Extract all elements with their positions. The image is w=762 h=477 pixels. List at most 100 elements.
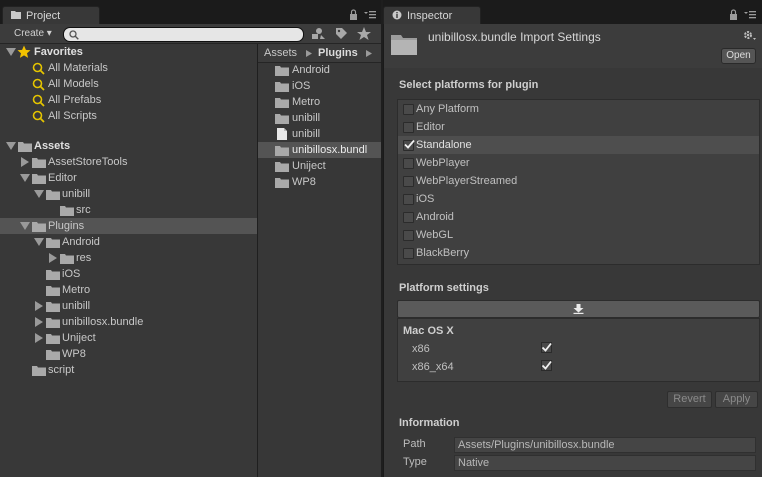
expand-arrow-icon[interactable] [6,142,16,150]
platform-row-selected[interactable]: Standalone [398,136,759,154]
expand-arrow-icon[interactable] [20,222,30,230]
folder-icon [46,237,60,248]
list-item[interactable]: Metro [258,94,381,110]
tree-item-script[interactable]: script [0,362,257,378]
folder-icon [32,365,46,376]
list-item-label: unibill [292,128,321,140]
inspector-lock-icon[interactable] [729,9,738,20]
platform-row[interactable]: WebPlayer [398,154,759,172]
inspector-panel: unibillosx.bundle Import Settings Open S… [383,24,762,477]
tab-project-label: Project [26,10,61,22]
favorites-header[interactable]: Favorites [0,44,257,60]
platform-checkbox[interactable] [403,176,414,187]
create-dropdown[interactable]: Create ▾ [2,26,54,41]
label-tag-icon[interactable] [332,25,350,42]
favorite-item-label: All Materials [48,62,108,74]
favorite-item[interactable]: All Models [0,76,257,92]
expand-arrow-icon[interactable] [34,190,44,198]
platform-label: WebPlayer [416,157,470,169]
favorite-item[interactable]: All Scripts [0,108,257,124]
apply-button[interactable]: Apply [715,391,758,408]
tab-inspector[interactable]: Inspector [383,6,481,25]
search-icon [69,30,79,40]
tree-item-uniject[interactable]: Uniject [0,330,257,346]
arch-x86-64-checkbox[interactable] [541,360,552,371]
tree-item-label: Assets [34,140,71,152]
checkmark-icon [541,342,552,353]
tree-item-wp8[interactable]: WP8 [0,346,257,362]
favorite-item[interactable]: All Materials [0,60,257,76]
platform-checkbox[interactable] [403,212,414,223]
tab-project[interactable]: Project [2,6,100,25]
breadcrumb-plugins[interactable]: Plugins [318,44,358,62]
folder-icon [275,113,289,124]
tree-item-editor-unibill[interactable]: unibill [0,186,257,202]
expand-arrow-icon[interactable] [35,317,43,327]
favorite-star-icon[interactable] [355,25,373,42]
tree-item-src[interactable]: src [0,202,257,218]
platform-checkbox[interactable] [403,158,414,169]
platform-row[interactable]: Any Platform [398,100,759,118]
favorite-item[interactable]: All Prefabs [0,92,257,108]
tree-item-label: unibill [62,300,91,312]
tree-item-android[interactable]: Android [0,234,257,250]
tree-item-ios[interactable]: iOS [0,266,257,282]
platform-row[interactable]: BlackBerry [398,244,759,262]
platform-checkbox[interactable] [403,104,414,115]
platform-label: Editor [416,121,445,133]
breadcrumb-assets[interactable]: Assets [264,44,297,62]
platform-tab-download[interactable] [397,300,760,318]
platform-checkbox[interactable] [403,194,414,205]
inspector-header: unibillosx.bundle Import Settings Open [384,24,762,68]
list-item[interactable]: Android [258,62,381,78]
lock-icon[interactable] [349,9,358,20]
list-item[interactable]: unibill [258,126,381,142]
tree-item-plugins[interactable]: Plugins [0,218,257,234]
list-item-selected[interactable]: unibillosx.bundl [258,142,381,158]
open-button[interactable]: Open [721,48,756,64]
tree-item-assetstoretools[interactable]: AssetStoreTools [0,154,257,170]
platform-row[interactable]: Android [398,208,759,226]
tree-item-unibillosx[interactable]: unibillosx.bundle [0,314,257,330]
list-item[interactable]: Uniject [258,158,381,174]
tree-item-label: Plugins [48,220,85,232]
folder-icon [46,269,60,280]
download-icon [573,304,584,314]
platform-row[interactable]: iOS [398,190,759,208]
expand-arrow-icon[interactable] [21,157,29,167]
platform-row[interactable]: Editor [398,118,759,136]
expand-arrow-icon[interactable] [49,253,57,263]
arch-x86-checkbox[interactable] [541,342,552,353]
revert-button[interactable]: Revert [667,391,712,408]
folder-icon [18,141,32,152]
tree-item-res[interactable]: res [0,250,257,266]
expand-arrow-icon[interactable] [6,48,16,56]
expand-arrow-icon[interactable] [35,333,43,343]
list-item[interactable]: unibill [258,110,381,126]
expand-arrow-icon[interactable] [34,238,44,246]
inspector-menu-icon[interactable] [744,11,756,19]
list-item[interactable]: WP8 [258,174,381,190]
platform-checkbox[interactable] [403,139,415,151]
panel-menu-icon[interactable] [364,11,376,19]
platform-checkbox[interactable] [403,248,414,259]
tree-item-label: src [76,204,91,216]
search-by-type-icon[interactable] [309,25,327,42]
tree-item-metro[interactable]: Metro [0,282,257,298]
tree-item-label: iOS [62,268,81,280]
list-item[interactable]: iOS [258,78,381,94]
platform-row[interactable]: WebPlayerStreamed [398,172,759,190]
search-input[interactable] [63,27,304,42]
tree-item-label: Uniject [62,332,96,344]
expand-arrow-icon[interactable] [20,174,30,182]
expand-arrow-icon[interactable] [35,301,43,311]
project-panel: Create ▾ Favorites All Materials All Mod… [0,24,381,477]
platform-checkbox[interactable] [403,122,414,133]
tree-item-unibill[interactable]: unibill [0,298,257,314]
platform-checkbox[interactable] [403,230,414,241]
gear-icon[interactable] [743,30,756,41]
platform-row[interactable]: WebGL [398,226,759,244]
tree-item-assets[interactable]: Assets [0,138,257,154]
tree-item-editor[interactable]: Editor [0,170,257,186]
favorites-label: Favorites [34,46,83,58]
